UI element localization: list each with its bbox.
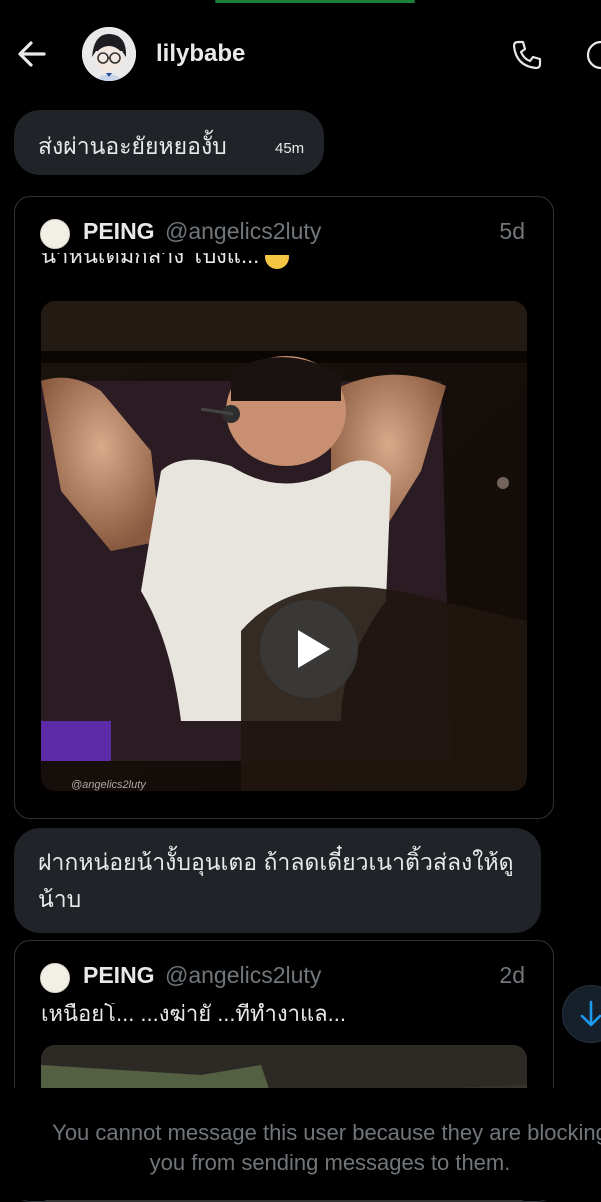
message-text: ส่งผ่านอะยัยหยองั้บ — [38, 133, 227, 159]
blocked-notice-bar: You cannot message this user because the… — [0, 1088, 601, 1200]
arrow-left-icon[interactable] — [14, 36, 50, 72]
conversation-title: lilybabe — [156, 40, 246, 67]
message-bubble[interactable]: ฝากหน่อยน้างั้บอุนเตอ ถ้าลดเดี๋ยวเนาติ้ว… — [14, 828, 541, 933]
post-video[interactable]: @angelics2luty — [41, 301, 527, 791]
message-text: ฝากหน่อยน้างั้บอุนเตอ ถ้าลดเดี๋ยวเนาติ้ว… — [38, 849, 514, 912]
message-timestamp: 45m — [275, 140, 305, 157]
post-author-name: PEING — [83, 218, 155, 244]
post-text-clipped: น้ำหนีเต็มกล้าง โป่งแ... — [41, 253, 281, 267]
play-button[interactable] — [260, 600, 358, 698]
blocked-notice-text: You cannot message this user because the… — [52, 1120, 601, 1175]
post-author-handle: @angelics2luty — [165, 962, 322, 988]
post-author-avatar — [40, 219, 70, 249]
video-thumbnail — [41, 301, 527, 791]
scroll-to-bottom-button[interactable] — [562, 985, 601, 1043]
post-text-clipped: เหนื่อยโ... ...งฆ่ายั ...ที่ทำงาแล... — [41, 1003, 371, 1031]
message-bubble[interactable]: ส่งผ่านอะยัยหยองั้บ 45m — [14, 110, 324, 175]
avatar-illustration — [82, 27, 136, 81]
avatar[interactable] — [82, 27, 136, 81]
post-author-avatar — [40, 963, 70, 993]
post-text: น้ำหนีเต็มกล้าง โป่งแ... — [41, 253, 260, 267]
phone-icon[interactable] — [510, 38, 544, 72]
post-author-handle: @angelics2luty — [165, 218, 322, 244]
arrow-down-icon — [580, 1000, 601, 1027]
post-age: 5d — [499, 218, 525, 244]
play-icon — [298, 630, 330, 668]
emoji-icon — [265, 255, 289, 269]
status-indicator-bar — [215, 0, 415, 3]
conversation-header: lilybabe — [0, 0, 601, 110]
post-text: เหนื่อยโ... ...งฆ่ายั ...ที่ทำงาแล... — [41, 1003, 346, 1026]
info-icon[interactable] — [586, 38, 601, 72]
shared-post-card[interactable]: PEING @angelics2luty 5d น้ำหนีเต็มกล้าง … — [14, 196, 554, 819]
video-watermark: @angelics2luty — [71, 779, 146, 791]
post-author-name: PEING — [83, 962, 155, 988]
post-age: 2d — [499, 962, 525, 988]
